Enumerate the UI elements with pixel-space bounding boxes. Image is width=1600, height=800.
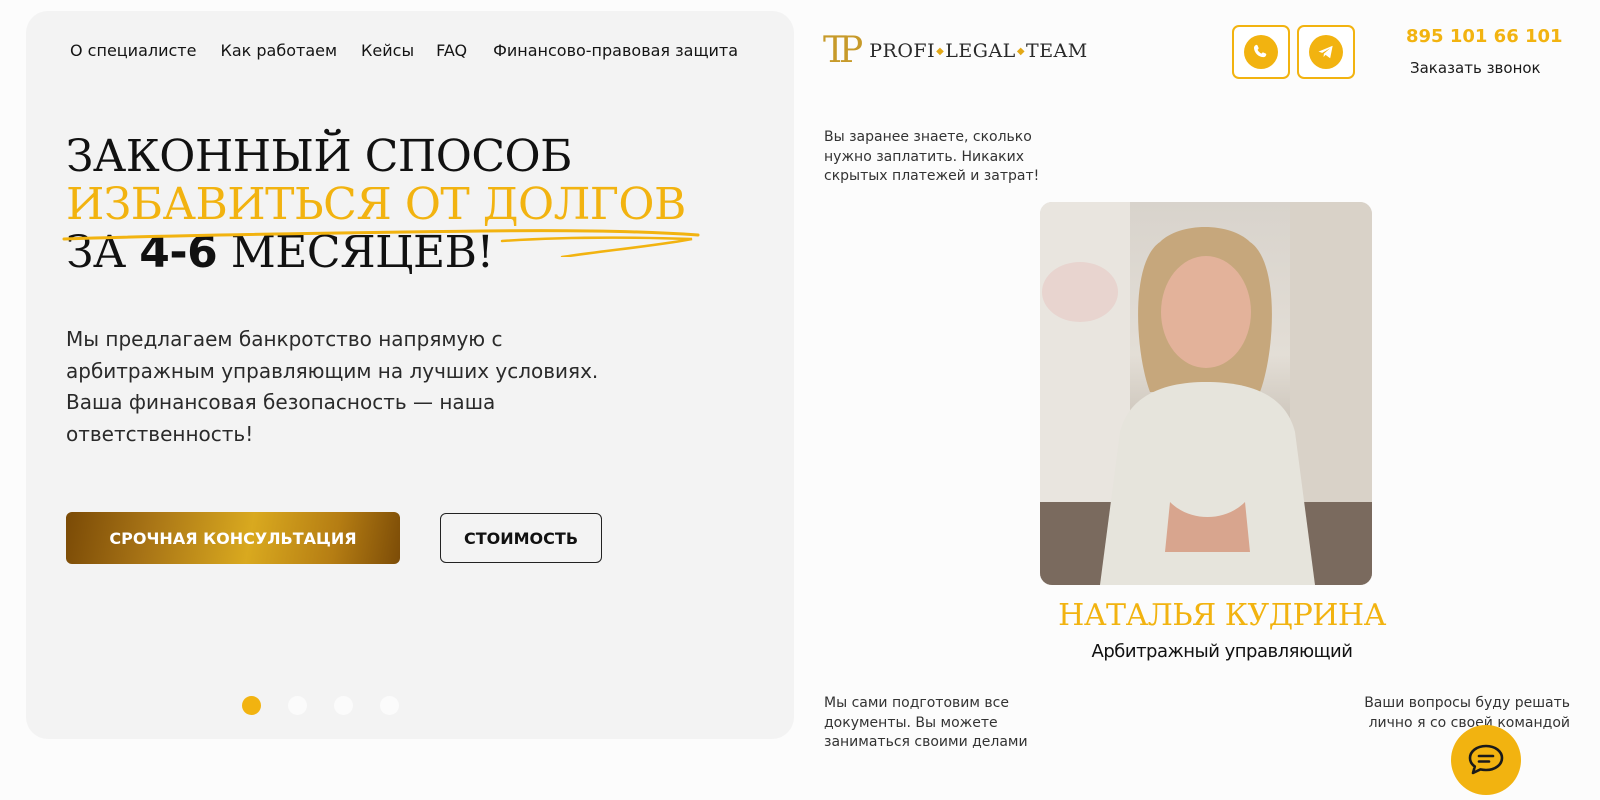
logo[interactable]: TP PROFI◆LEGAL◆TEAM bbox=[823, 30, 1088, 71]
hero-headline: ЗАКОННЫЙ СПОСОБ ИЗБАВИТЬСЯ ОТ ДОЛГОВ ЗА … bbox=[62, 131, 700, 277]
nav-item-cases[interactable]: Кейсы bbox=[361, 41, 414, 60]
logo-mark: TP bbox=[823, 30, 863, 71]
specialist-photo bbox=[1040, 202, 1372, 585]
request-callback-link[interactable]: Заказать звонок bbox=[1410, 59, 1541, 77]
slider-dot-2[interactable] bbox=[288, 696, 307, 715]
slider-dot-1[interactable] bbox=[242, 696, 261, 715]
hero-card: О специалисте Как работаем Кейсы FAQ Фин… bbox=[26, 11, 794, 739]
specialist-role: Арбитражный управляющий bbox=[1091, 641, 1353, 662]
phone-number[interactable]: 895 101 66 101 bbox=[1406, 26, 1563, 47]
nav-item-about[interactable]: О специалисте bbox=[70, 41, 196, 60]
top-nav: О специалисте Как работаем Кейсы FAQ Фин… bbox=[70, 41, 762, 60]
specialist-portrait-icon bbox=[1040, 202, 1372, 585]
benefit-note-price: Вы заранее знаете, сколько нужно заплати… bbox=[824, 129, 1040, 184]
whatsapp-button[interactable] bbox=[1232, 25, 1290, 79]
slider-dots bbox=[242, 696, 399, 715]
logo-word-3: TEAM bbox=[1026, 39, 1088, 62]
urgent-consultation-button[interactable]: СРОЧНАЯ КОНСУЛЬТАЦИЯ bbox=[66, 512, 400, 564]
nav-item-how-we-work[interactable]: Как работаем bbox=[220, 41, 337, 60]
slider-dot-4[interactable] bbox=[380, 696, 399, 715]
telegram-icon bbox=[1309, 35, 1343, 69]
logo-text: PROFI◆LEGAL◆TEAM bbox=[869, 40, 1088, 62]
chat-button[interactable] bbox=[1451, 725, 1521, 795]
hero-lead: Мы предлагаем банкротство напрямую с арб… bbox=[66, 327, 599, 446]
price-button[interactable]: СТОИМОСТЬ bbox=[440, 513, 602, 563]
benefit-note-personal: Ваши вопросы буду решать лично я со свое… bbox=[1364, 695, 1570, 731]
headline-line-1: ЗАКОННЫЙ СПОСОБ bbox=[66, 131, 572, 182]
logo-diamond-icon: ◆ bbox=[936, 46, 945, 57]
nav-item-financial-legal-protection[interactable]: Финансово-правовая защита bbox=[493, 41, 738, 60]
nav-item-faq[interactable]: FAQ bbox=[436, 41, 467, 60]
whatsapp-icon bbox=[1244, 35, 1278, 69]
telegram-button[interactable] bbox=[1297, 25, 1355, 79]
headline-accent: ИЗБАВИТЬСЯ ОТ ДОЛГОВ bbox=[62, 181, 700, 257]
benefit-note-documents: Мы сами подготовим все документы. Вы мож… bbox=[824, 695, 1028, 750]
specialist-name: НАТАЛЬЯ КУДРИНА bbox=[1058, 598, 1386, 633]
logo-word-2: LEGAL bbox=[945, 39, 1016, 62]
chat-icon bbox=[1468, 744, 1504, 775]
slider-dot-3[interactable] bbox=[334, 696, 353, 715]
logo-word-1: PROFI bbox=[869, 39, 936, 62]
logo-diamond-icon: ◆ bbox=[1016, 46, 1026, 57]
brush-underline-icon bbox=[62, 229, 700, 257]
